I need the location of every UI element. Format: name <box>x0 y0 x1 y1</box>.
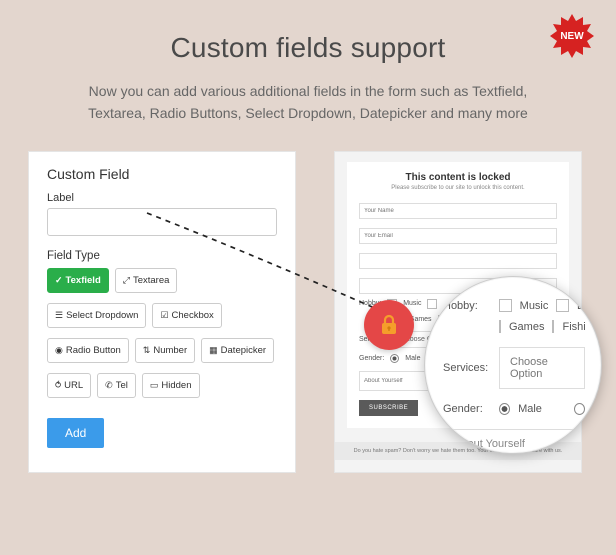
tel-button[interactable]: ✆Tel <box>97 373 136 398</box>
name-input[interactable] <box>359 203 557 219</box>
locked-subtitle: Please subscribe to our site to unlock t… <box>359 185 557 191</box>
tel-label: Tel <box>116 380 128 391</box>
custom-field-panel: Custom Field Label Field Type ✓Texfield … <box>28 151 296 473</box>
lens-hobby-row-2: Games Fishi <box>443 320 585 333</box>
lens-male-option: Male <box>518 403 542 415</box>
field-type-heading: Field Type <box>47 250 277 262</box>
checkbox-label: Checkbox <box>172 310 214 321</box>
gender-label: Gender: <box>359 355 384 362</box>
datepicker-label: Datepicker <box>221 345 266 356</box>
lens-male-radio[interactable] <box>499 403 510 415</box>
textarea-label: Textarea <box>133 275 169 286</box>
lens-services-row: Services: Choose Option <box>443 347 585 389</box>
url-label: URL <box>64 380 83 391</box>
lens-games-option: Games <box>509 321 544 333</box>
lens-gender-label: Gender: <box>443 403 491 415</box>
lens-d-checkbox[interactable] <box>556 299 569 312</box>
lens-music-option: Music <box>520 300 549 312</box>
phone-icon: ✆ <box>105 381 113 390</box>
subscribe-button[interactable]: SUBSCRIBE <box>359 400 418 416</box>
male-radio[interactable] <box>390 354 399 363</box>
select-dropdown-button[interactable]: ☰Select Dropdown <box>47 303 146 328</box>
magnifier-lens: Hobby: Music D Games Fishi Services: Cho… <box>424 276 602 454</box>
hidden-icon: ▭ <box>150 381 159 390</box>
link-icon: ⥀ <box>55 381 61 390</box>
lens-hobby-row: Hobby: Music D <box>443 299 585 312</box>
sort-icon: ⇅ <box>143 346 151 355</box>
number-button[interactable]: ⇅Number <box>135 338 195 363</box>
select-dropdown-label: Select Dropdown <box>66 310 138 321</box>
texfield-label: Texfield <box>66 275 101 286</box>
number-label: Number <box>153 345 187 356</box>
male-option: Male <box>405 355 420 362</box>
list-icon: ☰ <box>55 311 63 320</box>
url-button[interactable]: ⥀URL <box>47 373 91 398</box>
lens-fishing-checkbox[interactable] <box>552 320 554 333</box>
page-title: Custom fields support <box>0 0 616 64</box>
hidden-label: Hidden <box>161 380 191 391</box>
lock-icon <box>377 313 401 337</box>
d-checkbox[interactable] <box>427 299 437 309</box>
checkbox-icon: ☑ <box>160 311 168 320</box>
lens-hobby-label: Hobby: <box>443 300 491 312</box>
datepicker-button[interactable]: ▦Datepicker <box>201 338 274 363</box>
new-badge-label: NEW <box>560 31 583 42</box>
extra-input-1[interactable] <box>359 253 557 269</box>
texfield-button[interactable]: ✓Texfield <box>47 268 109 293</box>
expand-icon: ⤢ <box>123 276 130 285</box>
lens-other-radio[interactable] <box>574 403 585 415</box>
lens-services-label: Services: <box>443 362 491 374</box>
locked-title: This content is locked <box>359 172 557 183</box>
lock-badge <box>364 300 414 350</box>
check-icon: ✓ <box>55 276 63 285</box>
lens-music-checkbox[interactable] <box>499 299 512 312</box>
lens-gender-row: Gender: Male <box>443 403 585 415</box>
radio-button-button[interactable]: ◉Radio Button <box>47 338 129 363</box>
page-description: Now you can add various additional field… <box>68 80 548 125</box>
radio-icon: ◉ <box>55 346 63 355</box>
lens-services-select[interactable]: Choose Option <box>499 347 585 389</box>
label-caption: Label <box>47 192 277 204</box>
hidden-button[interactable]: ▭Hidden <box>142 373 200 398</box>
new-badge: NEW <box>550 14 594 58</box>
lens-fishing-option: Fishi <box>562 321 585 333</box>
add-button[interactable]: Add <box>47 418 104 448</box>
lens-games-checkbox[interactable] <box>499 320 501 333</box>
radio-button-label: Radio Button <box>66 345 121 356</box>
calendar-icon: ▦ <box>209 346 218 355</box>
label-input[interactable] <box>47 208 277 236</box>
email-input[interactable] <box>359 228 557 244</box>
checkbox-button[interactable]: ☑ Checkbox <box>152 303 221 328</box>
textarea-button[interactable]: ⤢Textarea <box>115 268 178 293</box>
custom-field-heading: Custom Field <box>47 166 277 182</box>
